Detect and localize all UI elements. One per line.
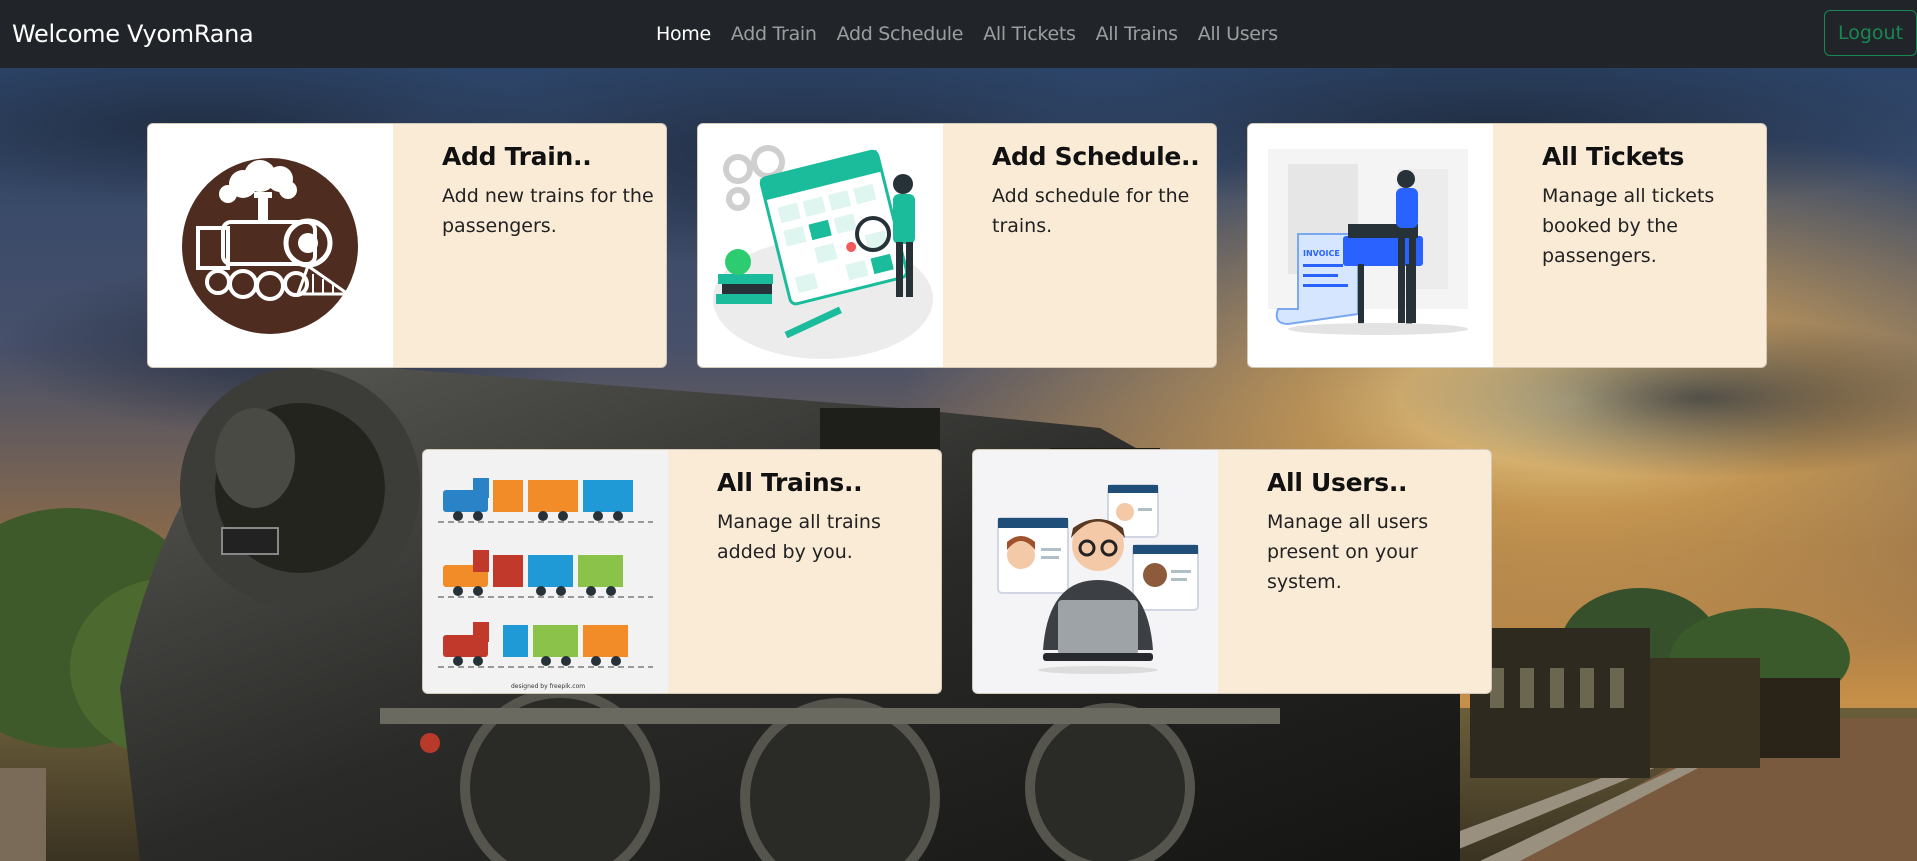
card-all-users[interactable]: All Users.. Manage all users present on … (972, 449, 1492, 694)
card-add-schedule[interactable]: Add Schedule.. Add schedule for the trai… (697, 123, 1217, 368)
nav-link-add-train[interactable]: Add Train (731, 23, 817, 45)
calendar-schedule-illustration (698, 124, 943, 367)
nav-link-add-schedule[interactable]: Add Schedule (837, 23, 964, 45)
card-all-tickets[interactable]: INVOICE All Tickets Manage all tickets b… (1247, 123, 1767, 368)
card-all-trains[interactable]: designed by freepik.com All Trains.. Man… (422, 449, 942, 694)
card-title: All Tickets (1542, 142, 1685, 171)
card-title: All Users.. (1267, 468, 1408, 497)
card-title: Add Train.. (442, 142, 592, 171)
invoice-printer-illustration: INVOICE (1248, 124, 1493, 367)
invoice-label: INVOICE (1303, 249, 1340, 258)
nav-link-all-trains[interactable]: All Trains (1096, 23, 1178, 45)
nav-link-home[interactable]: Home (656, 23, 711, 45)
card-text: Manage all users present on your system. (1267, 511, 1429, 593)
user-profiles-illustration (973, 450, 1218, 693)
card-add-train[interactable]: Add Train.. Add new trains for the passe… (147, 123, 667, 368)
toy-trains-illustration: designed by freepik.com (423, 450, 668, 693)
card-title: Add Schedule.. (992, 142, 1200, 171)
logout-button[interactable]: Logout (1824, 10, 1917, 56)
card-text: Add new trains for the passengers. (442, 185, 654, 237)
nav-links: Home Add Train Add Schedule All Tickets … (656, 0, 1298, 68)
card-text: Add schedule for the trains. (992, 185, 1190, 237)
card-title: All Trains.. (717, 468, 863, 497)
nav-link-all-tickets[interactable]: All Tickets (983, 23, 1076, 45)
freepik-credit: designed by freepik.com (511, 683, 585, 690)
steam-locomotive-illustration (148, 124, 393, 367)
card-text: Manage all trains added by you. (717, 511, 881, 563)
top-navbar: Welcome VyomRana Home Add Train Add Sche… (0, 0, 1917, 68)
card-text: Manage all tickets booked by the passeng… (1542, 185, 1715, 267)
nav-link-all-users[interactable]: All Users (1198, 23, 1278, 45)
welcome-brand[interactable]: Welcome VyomRana (12, 0, 254, 68)
